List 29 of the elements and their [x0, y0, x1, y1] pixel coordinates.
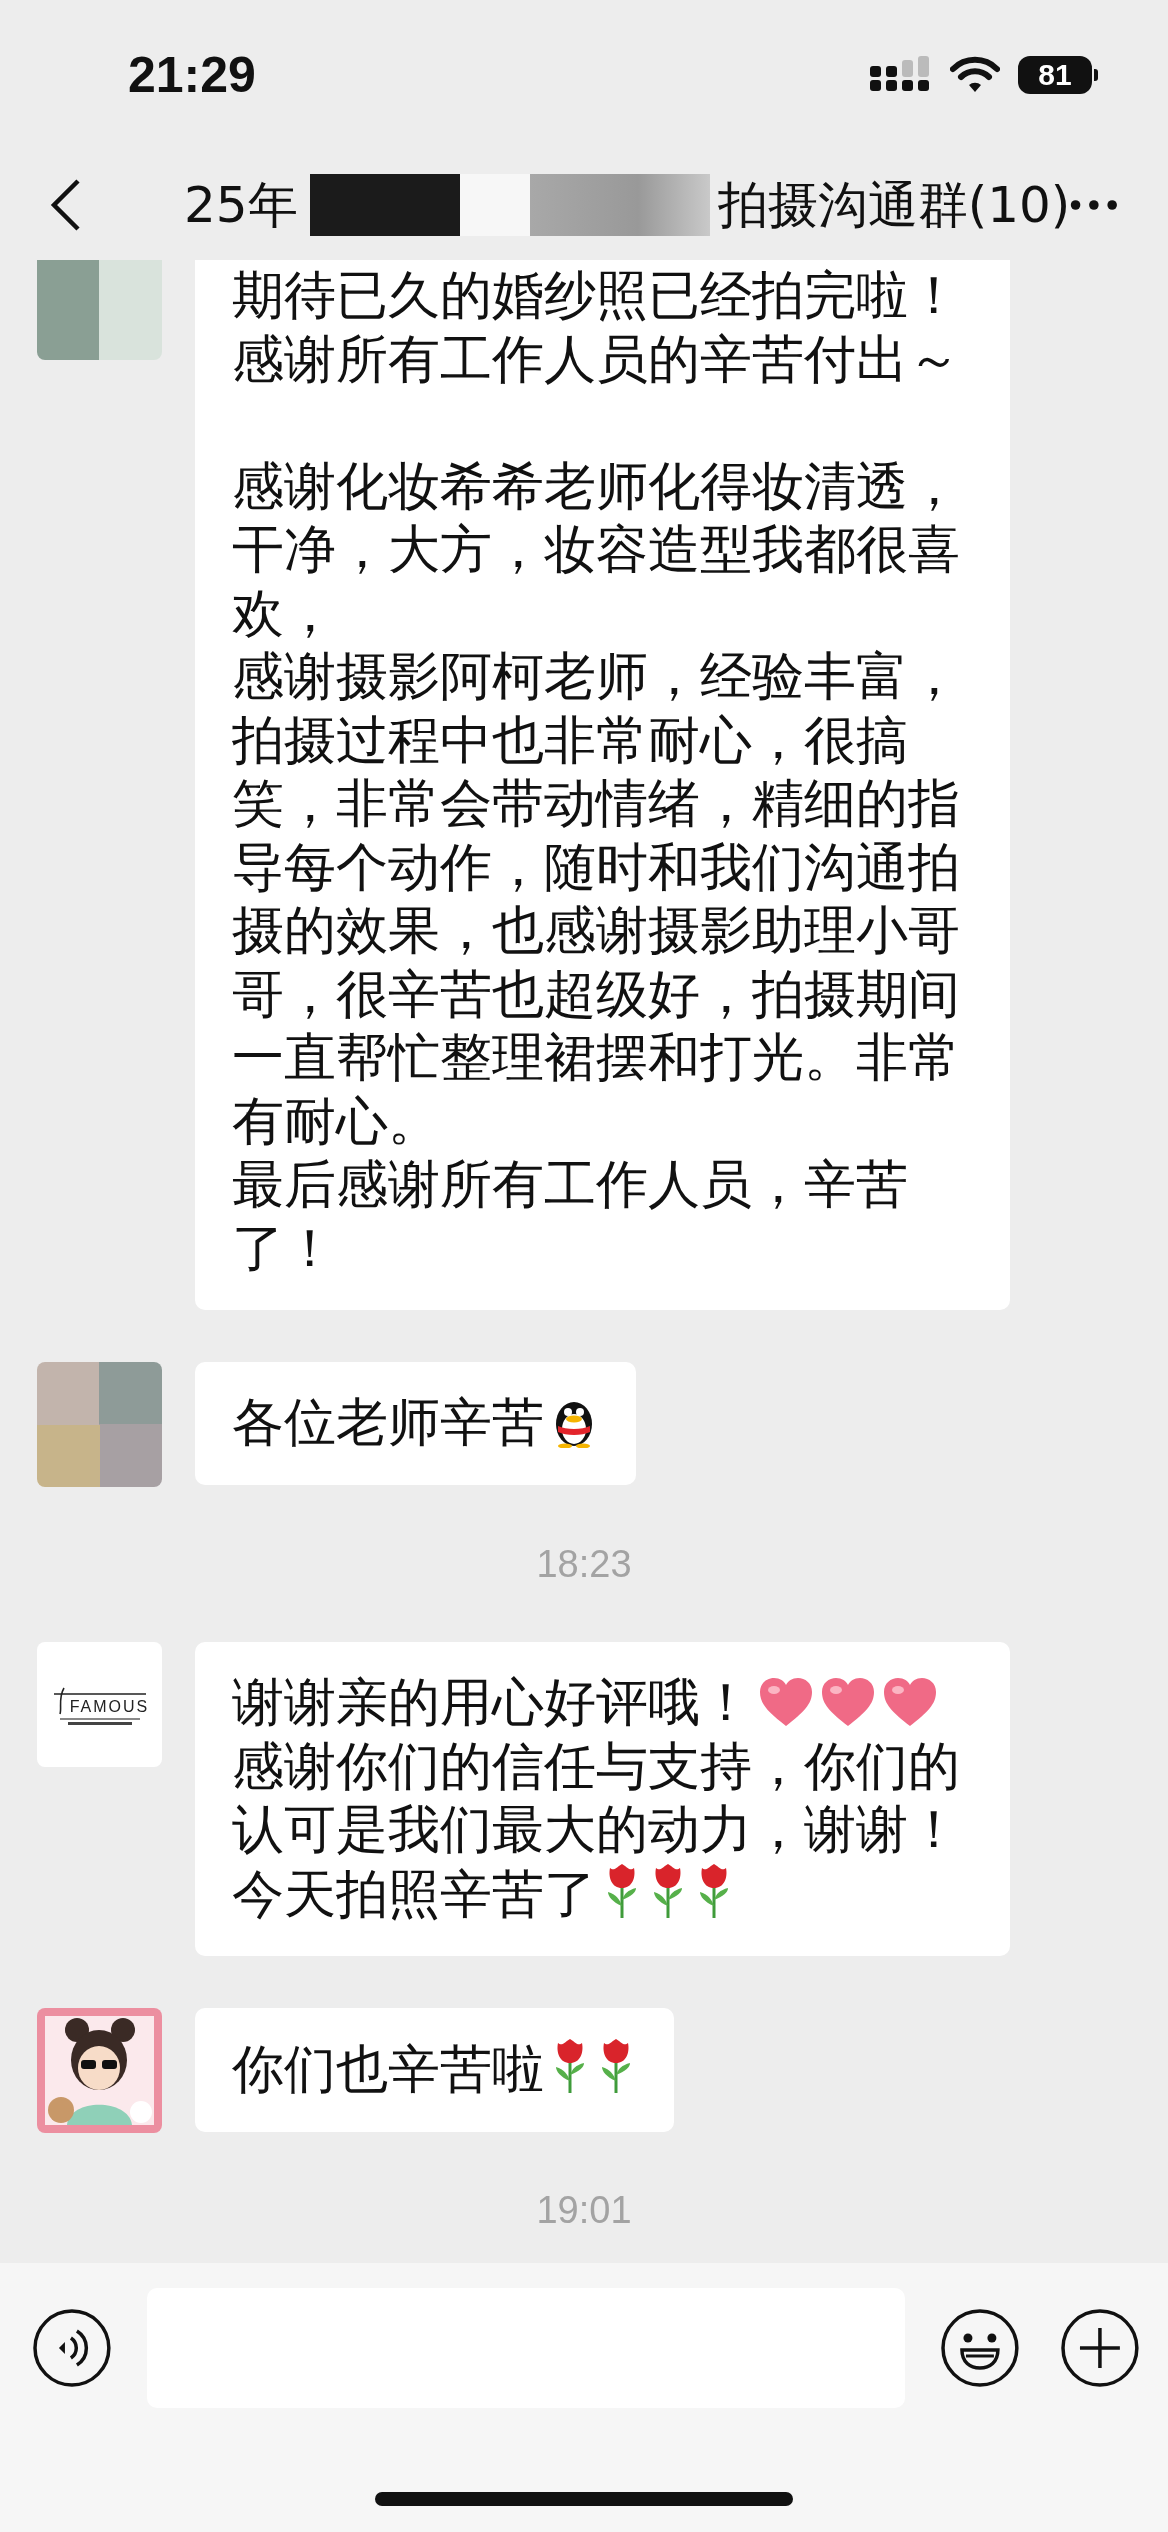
heart-icon	[758, 1676, 814, 1728]
voice-icon[interactable]	[32, 2308, 112, 2388]
message-text: 期待已久的婚纱照已经拍完啦！	[232, 265, 960, 325]
back-icon[interactable]	[48, 177, 82, 233]
add-icon[interactable]	[1060, 2308, 1140, 2388]
heart-icon	[820, 1676, 876, 1728]
timestamp: 18:23	[536, 1543, 632, 1586]
chat-title: 25年	[184, 174, 298, 236]
message-text: 感谢你们的信任与支持，你们的认可是我们最大的动力，谢谢！	[232, 1735, 960, 1859]
logo-text: FAMOUS	[69, 1697, 150, 1716]
chat-title: 拍摄沟通群(10)	[717, 174, 1071, 236]
heart-icon	[882, 1676, 938, 1728]
emoji-icon[interactable]	[940, 2308, 1021, 2388]
message-text: 今天拍照辛苦了	[232, 1863, 596, 1924]
message-text: 感谢摄影阿柯老师，经验丰富，拍摄过程中也非常耐心，很搞笑，非常会带动情绪，精细的指导每个动作，随时和我们沟通拍摄的效果，也感谢摄影助理小哥哥，很辛苦也超级好，拍摄期间一直帮忙整理裙摆和打光。非常有耐心。	[232, 646, 960, 1151]
status-time: 21:29	[128, 46, 256, 105]
message-text: 你们也辛苦啦	[232, 2039, 544, 2099]
battery-percentage: 81	[1038, 58, 1072, 92]
signal-icon	[870, 56, 932, 94]
avatar-cartoon[interactable]	[37, 2008, 162, 2133]
wifi-icon	[950, 56, 1000, 94]
avatar-logo[interactable]: FAMOUS	[37, 1642, 162, 1767]
message-text: 最后感谢所有工作人员，辛苦了！	[232, 1154, 908, 1278]
more-icon[interactable]	[1070, 198, 1118, 212]
message-text: 谢谢亲的用心好评哦！	[232, 1672, 752, 1732]
message-text: 各位老师辛苦	[232, 1392, 544, 1452]
timestamp: 19:01	[536, 2189, 632, 2232]
message-text: 感谢所有工作人员的辛苦付出～	[232, 328, 960, 389]
message-text: 感谢化妆希希老师化得妆清透，干净，大方，妆容造型我都很喜欢，	[232, 455, 960, 643]
